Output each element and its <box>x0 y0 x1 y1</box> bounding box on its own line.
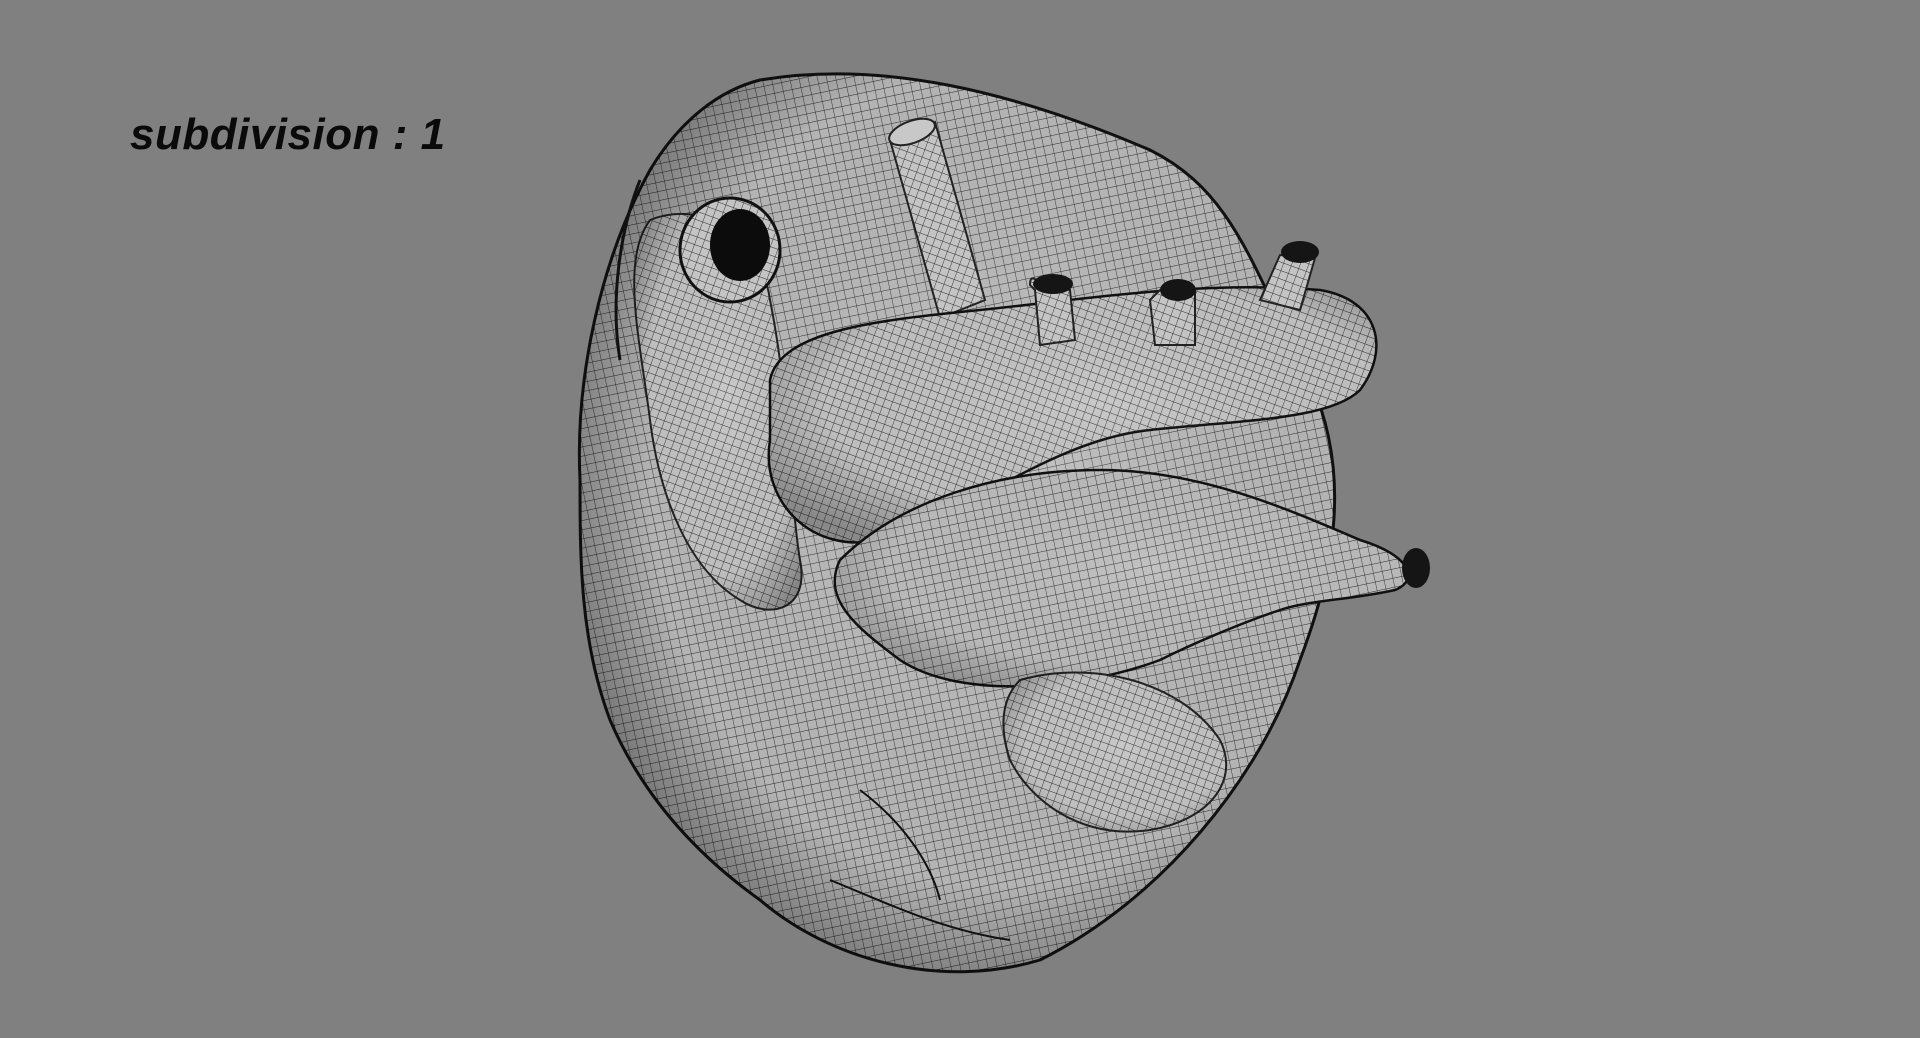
vena-cava-opening <box>678 196 782 304</box>
3d-viewport[interactable]: subdivision : 1 <box>0 0 1920 1038</box>
heart-wireframe-model[interactable] <box>0 0 1920 1038</box>
